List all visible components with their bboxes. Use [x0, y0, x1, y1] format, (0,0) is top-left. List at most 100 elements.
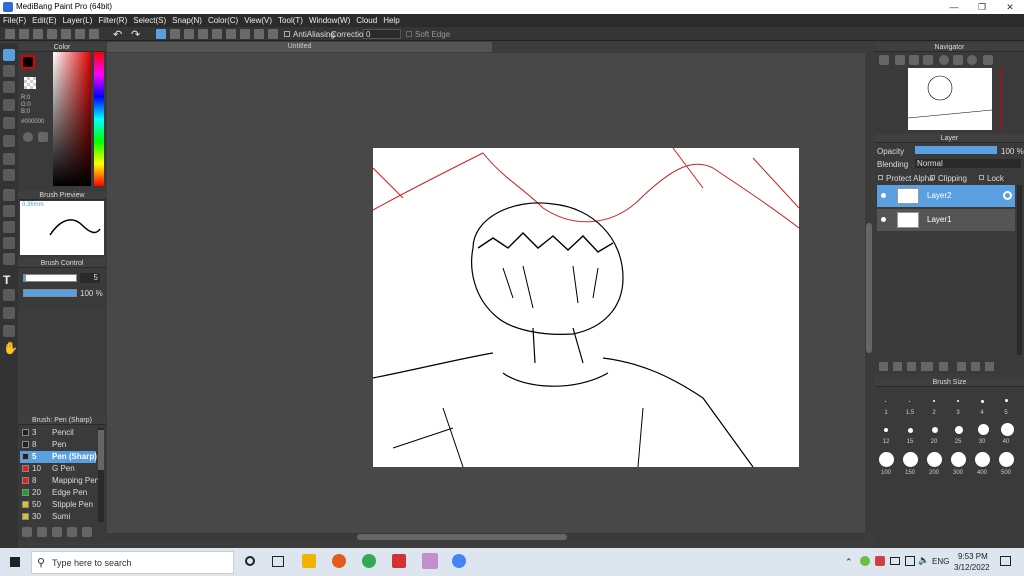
- swap-color-icon[interactable]: [38, 132, 48, 142]
- snap-off-icon[interactable]: [156, 29, 166, 39]
- visibility-icon[interactable]: [881, 193, 886, 198]
- bucket-tool-icon[interactable]: [3, 153, 15, 165]
- hue-slider[interactable]: [94, 52, 104, 186]
- blending-select[interactable]: Normal: [915, 159, 1021, 168]
- clock-time[interactable]: 9:53 PM: [958, 552, 988, 561]
- clipping-checkbox[interactable]: [930, 175, 935, 180]
- magic-wand-tool-icon[interactable]: [3, 221, 15, 233]
- gradient-tool-icon[interactable]: [3, 169, 15, 181]
- layer-folder-icon[interactable]: [939, 362, 948, 371]
- brush-item-pencil[interactable]: 3 Pencil: [20, 427, 96, 439]
- menu-file[interactable]: File(F): [0, 14, 29, 27]
- text-tool-icon[interactable]: T: [3, 273, 10, 287]
- task-view-icon[interactable]: [272, 556, 284, 567]
- snap-radial-icon[interactable]: [212, 29, 222, 39]
- size-dot-3[interactable]: [957, 400, 959, 402]
- select-pen-tool-icon[interactable]: [3, 237, 15, 249]
- size-dot-500[interactable]: [999, 452, 1014, 467]
- eyedropper-tool-icon[interactable]: [3, 307, 15, 319]
- brush-settings-icon[interactable]: [22, 527, 32, 537]
- layer-settings-icon[interactable]: [1003, 191, 1012, 200]
- medibang-taskbar-icon[interactable]: [422, 553, 438, 569]
- document-tab[interactable]: Untitled: [107, 42, 492, 52]
- visibility-icon[interactable]: [881, 217, 886, 222]
- drawing-canvas[interactable]: [372, 147, 800, 468]
- brush-opacity-slider[interactable]: [23, 289, 77, 297]
- brush-size-slider[interactable]: [23, 274, 77, 282]
- cloud-icon[interactable]: [5, 29, 15, 39]
- operation-tool-icon[interactable]: [3, 289, 15, 301]
- menu-snap[interactable]: Snap(N): [169, 14, 205, 27]
- copy-brush-icon[interactable]: [67, 527, 77, 537]
- size-dot-1-5[interactable]: [909, 401, 910, 402]
- palette-icon[interactable]: [23, 132, 33, 142]
- size-dot-300[interactable]: [951, 452, 966, 467]
- undo-icon[interactable]: ↶: [113, 28, 122, 41]
- layer-scrollbar[interactable]: [1017, 185, 1022, 355]
- layer-row-layer2[interactable]: Layer2: [877, 185, 1015, 207]
- protect-alpha-checkbox[interactable]: [878, 175, 883, 180]
- snap-cross-icon[interactable]: [184, 29, 194, 39]
- merge-layer-icon[interactable]: [971, 362, 980, 371]
- snap-curve-icon[interactable]: [240, 29, 250, 39]
- menu-help[interactable]: Help: [380, 14, 402, 27]
- antialias-checkbox[interactable]: [284, 31, 290, 37]
- layer-opacity-slider[interactable]: [915, 146, 997, 154]
- panel-icon[interactable]: [75, 29, 85, 39]
- notification-icon[interactable]: [1000, 556, 1011, 566]
- volume-icon[interactable]: 🔈: [918, 555, 929, 566]
- size-dot-400[interactable]: [975, 452, 990, 467]
- size-dot-12[interactable]: [884, 428, 888, 432]
- tray-app-icon[interactable]: [860, 556, 870, 566]
- hand-tool-icon[interactable]: ✋: [3, 341, 18, 355]
- menu-filter[interactable]: Filter(R): [95, 14, 130, 27]
- restore-icon[interactable]: ❐: [968, 0, 996, 14]
- add-brush-icon[interactable]: [52, 527, 62, 537]
- soft-edge-checkbox[interactable]: [406, 31, 412, 37]
- menu-cloud[interactable]: Cloud: [353, 14, 380, 27]
- brush-item-pen-sharp[interactable]: 5 Pen (Sharp): [20, 451, 97, 463]
- new-8bit-layer-icon[interactable]: [907, 362, 916, 371]
- size-dot-200[interactable]: [927, 452, 942, 467]
- chrome-profile-icon[interactable]: [452, 554, 466, 568]
- delete-layer-icon[interactable]: [985, 362, 994, 371]
- new-halftone-layer-icon[interactable]: [893, 362, 902, 371]
- snap-circle-icon[interactable]: [226, 29, 236, 39]
- windows-start-icon[interactable]: [10, 557, 20, 567]
- battery-icon[interactable]: [890, 557, 900, 565]
- snap-parallel-icon[interactable]: [170, 29, 180, 39]
- brush-item-stipple-pen[interactable]: 50 Stipple Pen: [20, 499, 96, 511]
- brush-item-edge-pen[interactable]: 20 Edge Pen: [20, 487, 96, 499]
- saturation-value-picker[interactable]: [53, 52, 91, 186]
- redo-icon[interactable]: ↷: [131, 28, 140, 41]
- snap-vanish-icon[interactable]: [198, 29, 208, 39]
- menu-edit[interactable]: Edit(E): [29, 14, 59, 27]
- lock-checkbox[interactable]: [979, 175, 984, 180]
- fill-rect-tool-icon[interactable]: [3, 135, 15, 147]
- language-indicator[interactable]: ENG: [932, 557, 949, 566]
- chrome-icon[interactable]: [362, 554, 376, 568]
- menu-window[interactable]: Window(W): [306, 14, 353, 27]
- foreground-color-swatch[interactable]: [21, 55, 35, 69]
- cortana-icon[interactable]: [245, 556, 255, 566]
- menu-layer[interactable]: Layer(L): [60, 14, 96, 27]
- shape-tool-icon[interactable]: [3, 81, 15, 93]
- snap-settings-icon[interactable]: [268, 29, 278, 39]
- snap-ellipse-icon[interactable]: [254, 29, 264, 39]
- export-icon[interactable]: [47, 29, 57, 39]
- select-tool-icon[interactable]: [3, 189, 15, 201]
- brush-size-field[interactable]: 5: [80, 273, 100, 283]
- menu-tool[interactable]: Tool(T): [275, 14, 306, 27]
- size-dot-150[interactable]: [903, 452, 918, 467]
- grid-icon[interactable]: [61, 29, 71, 39]
- lasso-tool-icon[interactable]: [3, 205, 15, 217]
- brush-tool-icon[interactable]: [3, 49, 15, 61]
- wps-office-icon[interactable]: [392, 554, 406, 568]
- size-dot-30[interactable]: [978, 424, 989, 435]
- move-tool-icon[interactable]: [3, 117, 15, 129]
- size-dot-20[interactable]: [932, 427, 938, 433]
- close-icon[interactable]: ✕: [996, 0, 1024, 14]
- zoom-in-icon[interactable]: [879, 55, 889, 65]
- brush-item-pen[interactable]: 8 Pen: [20, 439, 96, 451]
- divide-tool-icon[interactable]: [3, 325, 15, 337]
